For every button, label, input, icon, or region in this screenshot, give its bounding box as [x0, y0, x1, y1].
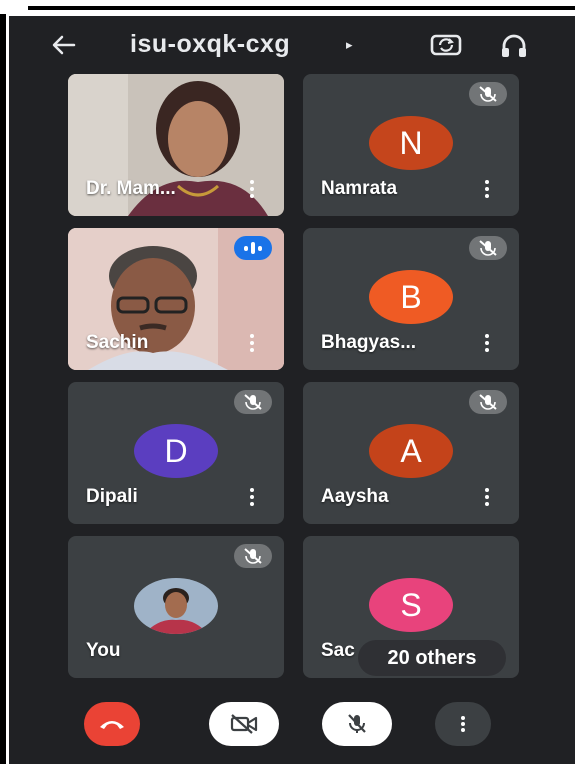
- participant-avatar: D: [134, 424, 218, 478]
- participant-tile-dipali[interactable]: D Dipali: [68, 382, 284, 524]
- app-header: isu-oxqk-cxg ▸: [9, 16, 575, 74]
- mic-off-icon: [469, 236, 507, 260]
- participant-avatar: B: [369, 270, 453, 324]
- more-options-icon[interactable]: [483, 334, 491, 356]
- meeting-code[interactable]: isu-oxqk-cxg: [130, 30, 290, 59]
- arrow-left-icon: [52, 35, 76, 55]
- participant-avatar: N: [369, 116, 453, 170]
- headphones-icon: [502, 34, 526, 57]
- top-border: [28, 6, 575, 10]
- more-options-icon[interactable]: [248, 180, 256, 202]
- end-call-icon: [100, 721, 124, 729]
- more-options-icon[interactable]: [483, 488, 491, 510]
- speaking-indicator-icon: [234, 236, 272, 260]
- participant-name: Dr. Mam...: [86, 178, 176, 199]
- participant-name: You: [86, 640, 121, 661]
- mic-off-icon: [348, 714, 366, 733]
- participant-tile-aaysha[interactable]: A Aaysha: [303, 382, 519, 524]
- participant-name: Namrata: [321, 178, 398, 199]
- meet-screen: isu-oxqk-cxg ▸ Dr. Mam... N Namrata Sach…: [9, 16, 575, 764]
- avatar: [134, 578, 218, 634]
- mic-toggle-button[interactable]: [322, 702, 392, 746]
- participant-name: Dipali: [86, 486, 138, 507]
- participant-avatar: A: [369, 424, 453, 478]
- more-options-icon: [461, 714, 465, 734]
- camera-toggle-button[interactable]: [209, 702, 279, 746]
- participant-tile-dr-mam[interactable]: Dr. Mam...: [68, 74, 284, 216]
- audio-output-button[interactable]: [499, 31, 529, 61]
- participant-avatar: S: [369, 578, 453, 632]
- switch-camera-button[interactable]: [429, 30, 463, 60]
- participant-name: Sachin: [86, 332, 149, 353]
- more-options-icon[interactable]: [483, 180, 491, 202]
- participant-tile-you[interactable]: You: [68, 536, 284, 678]
- caret-right-icon[interactable]: ▸: [346, 37, 353, 53]
- participant-name: Sac: [321, 640, 355, 661]
- participant-tile-namrata[interactable]: N Namrata: [303, 74, 519, 216]
- mic-off-icon: [469, 82, 507, 106]
- switch-camera-icon: [430, 34, 462, 56]
- participant-name: Aaysha: [321, 486, 389, 507]
- mic-off-icon: [234, 544, 272, 568]
- mic-off-icon: [234, 390, 272, 414]
- participant-name: Bhagyas...: [321, 332, 417, 353]
- participant-tile-sachin[interactable]: Sachin: [68, 228, 284, 370]
- more-options-icon[interactable]: [248, 334, 256, 356]
- end-call-button[interactable]: [84, 702, 140, 746]
- more-options-icon[interactable]: [248, 488, 256, 510]
- camera-off-icon: [230, 714, 258, 734]
- more-options-button[interactable]: [435, 702, 491, 746]
- left-border: [0, 14, 6, 764]
- participant-tile-bhagyas[interactable]: B Bhagyas...: [303, 228, 519, 370]
- mic-off-icon: [469, 390, 507, 414]
- others-count-badge[interactable]: 20 others: [358, 640, 506, 676]
- back-button[interactable]: [49, 30, 79, 60]
